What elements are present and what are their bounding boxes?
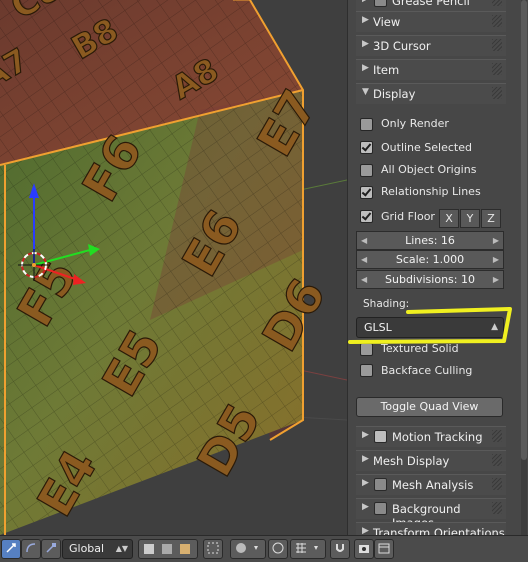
panel-header-label: 3D Cursor — [373, 39, 431, 53]
bounding-box-icon[interactable] — [203, 539, 223, 559]
panel-header-grease-pencil[interactable]: ▶ Grease Pencil — [356, 0, 506, 11]
panel-header-label: View — [373, 15, 401, 29]
grid-lines-value: Lines: 16 — [405, 234, 455, 247]
panel-header-label: Transform Orientations — [373, 526, 505, 535]
proportional-edit-icon[interactable] — [268, 539, 288, 559]
only-render-label: Only Render — [381, 117, 449, 130]
snap-magnet-icon[interactable] — [330, 539, 350, 559]
viewport-header-bar: Global ▲▼ — [0, 535, 528, 562]
grid-scale-field[interactable]: ◀ Scale: 1.000 ▶ — [356, 250, 504, 269]
orientation-value: Global — [69, 542, 105, 555]
expand-triangle-icon: ▶ — [362, 526, 369, 535]
decrement-arrow-icon[interactable]: ◀ — [361, 251, 367, 268]
snap-increment-icon[interactable] — [290, 539, 326, 559]
transform-orientation-dropdown[interactable]: Global ▲▼ — [62, 539, 133, 559]
decrement-arrow-icon[interactable]: ◀ — [361, 271, 367, 288]
expand-triangle-icon: ▶ — [362, 502, 369, 512]
grease-pencil-checkbox[interactable] — [374, 0, 387, 7]
panel-header-motion-tracking[interactable]: ▶ Motion Tracking — [356, 426, 506, 447]
decrement-arrow-icon[interactable]: ◀ — [361, 232, 367, 249]
panel-header-label: Item — [373, 63, 400, 77]
backface-culling-checkbox[interactable] — [360, 364, 373, 377]
outline-selected-label: Outline Selected — [381, 141, 472, 154]
grid-floor-label: Grid Floor — [381, 210, 435, 223]
grid-scale-value: Scale: 1.000 — [395, 253, 465, 266]
grid-lines-field[interactable]: ◀ Lines: 16 ▶ — [356, 231, 504, 250]
drag-grip-icon[interactable] — [492, 63, 502, 75]
opengl-render-icon[interactable] — [354, 539, 374, 559]
drag-grip-icon[interactable] — [492, 454, 502, 466]
panel-header-label: Motion Tracking — [392, 430, 483, 444]
panel-scrollbar[interactable] — [521, 0, 527, 535]
shading-dropdown[interactable]: GLSL ▲ — [356, 317, 504, 338]
shading-label: Shading: — [363, 298, 410, 310]
grid-axis-y-toggle[interactable]: Y — [460, 209, 480, 228]
drag-grip-icon[interactable] — [492, 502, 502, 514]
panel-header-label: Display — [373, 87, 416, 101]
relationship-lines-checkbox[interactable] — [360, 186, 373, 199]
expand-triangle-icon: ▶ — [362, 454, 369, 464]
rotate-manipulator-icon[interactable] — [21, 539, 41, 559]
drag-grip-icon[interactable] — [492, 430, 502, 442]
panel-header-background-images[interactable]: ▶ Background Images — [356, 498, 506, 530]
panel-header-3d-cursor[interactable]: ▶ 3D Cursor — [356, 35, 506, 56]
drag-grip-icon[interactable] — [492, 478, 502, 490]
backface-culling-label: Backface Culling — [381, 364, 473, 377]
panel-header-view[interactable]: ▶ View — [356, 11, 506, 32]
textured-solid-checkbox[interactable] — [360, 343, 373, 356]
expand-triangle-icon: ▶ — [362, 430, 369, 440]
background-images-checkbox[interactable] — [374, 502, 387, 515]
toggle-quad-view-button[interactable]: Toggle Quad View — [356, 397, 503, 417]
properties-shelf: ▶ Grease Pencil ▶ View ▶ 3D Cursor ▶ Ite… — [347, 0, 528, 535]
grid-floor-checkbox[interactable] — [360, 210, 373, 223]
all-object-origins-label: All Object Origins — [381, 163, 477, 176]
expand-triangle-icon: ▶ — [362, 15, 369, 25]
updown-arrow-icon: ▲▼ — [115, 544, 128, 553]
layer-shading-buttons[interactable] — [138, 539, 198, 559]
drag-grip-icon[interactable] — [492, 39, 502, 51]
3d-viewport[interactable]: C8 B8 A8 A7 F6 E6 E7 F5 E5 D6 D5 E4 — [0, 0, 347, 535]
panel-header-mesh-display[interactable]: ▶ Mesh Display — [356, 450, 506, 471]
mesh-analysis-checkbox[interactable] — [374, 478, 387, 491]
viewport-scene: C8 B8 A8 A7 F6 E6 E7 F5 E5 D6 D5 E4 — [0, 0, 347, 535]
all-object-origins-checkbox[interactable] — [360, 164, 373, 177]
panel-header-mesh-analysis[interactable]: ▶ Mesh Analysis — [356, 474, 506, 495]
drag-grip-icon[interactable] — [492, 0, 502, 6]
translate-manipulator-icon[interactable] — [1, 539, 21, 559]
updown-arrow-icon: ▲ — [491, 322, 498, 332]
panel-header-label: Mesh Analysis — [392, 478, 474, 492]
grid-subdivisions-field[interactable]: ◀ Subdivisions: 10 ▶ — [356, 270, 504, 289]
panel-header-label: Grease Pencil — [392, 0, 470, 8]
grid-axis-z-toggle[interactable]: Z — [481, 209, 501, 228]
panel-header-label: Mesh Display — [373, 454, 450, 468]
scrollbar-thumb[interactable] — [521, 0, 527, 460]
increment-arrow-icon[interactable]: ▶ — [493, 271, 499, 288]
drag-grip-icon[interactable] — [492, 87, 502, 99]
pivot-icon[interactable] — [230, 539, 266, 559]
grid-axis-x-toggle[interactable]: X — [439, 209, 459, 228]
textured-solid-label: Textured Solid — [381, 342, 459, 355]
panel-header-transform-orientations[interactable]: ▶ Transform Orientations — [356, 522, 506, 535]
panel-header-display[interactable]: ▼ Display — [356, 83, 506, 104]
increment-arrow-icon[interactable]: ▶ — [493, 251, 499, 268]
panel-header-item[interactable]: ▶ Item — [356, 59, 506, 80]
relationship-lines-label: Relationship Lines — [381, 185, 481, 198]
increment-arrow-icon[interactable]: ▶ — [493, 232, 499, 249]
shading-value: GLSL — [364, 321, 392, 334]
grid-subdivisions-value: Subdivisions: 10 — [385, 273, 475, 286]
expand-triangle-icon: ▶ — [362, 0, 369, 4]
only-render-checkbox[interactable] — [360, 118, 373, 131]
expand-triangle-icon: ▶ — [362, 478, 369, 488]
outline-selected-checkbox[interactable] — [360, 141, 373, 154]
motion-tracking-checkbox[interactable] — [374, 430, 387, 443]
render-animation-icon[interactable] — [374, 539, 394, 559]
collapse-triangle-icon: ▼ — [362, 87, 369, 97]
scale-manipulator-icon[interactable] — [41, 539, 61, 559]
expand-triangle-icon: ▶ — [362, 63, 369, 73]
expand-triangle-icon: ▶ — [362, 39, 369, 49]
drag-grip-icon[interactable] — [492, 15, 502, 27]
